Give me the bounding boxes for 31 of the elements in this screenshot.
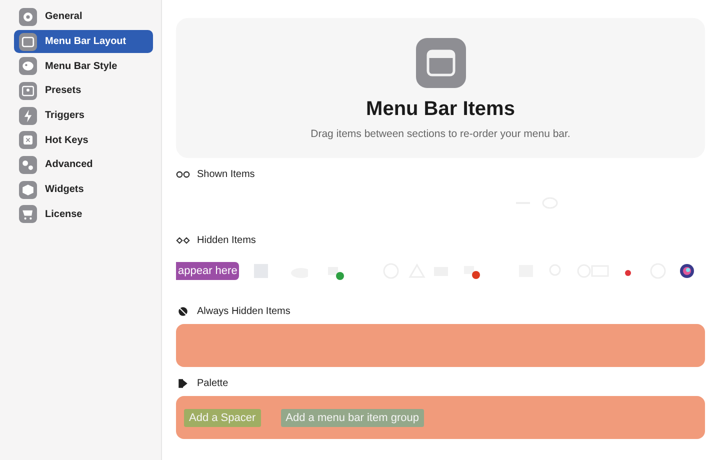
palette-icon xyxy=(176,378,190,388)
section-title: Hidden Items xyxy=(197,234,256,246)
orb-icon[interactable] xyxy=(678,262,696,280)
gears-icon xyxy=(19,156,37,174)
sidebar-item[interactable]: Triggers xyxy=(14,104,153,128)
hidden-eye-icon xyxy=(176,306,190,316)
sidebar-item[interactable]: Menu Bar Style xyxy=(14,54,153,78)
window-icon xyxy=(416,38,466,88)
sidebar-item[interactable]: Hot Keys xyxy=(14,128,153,152)
page-title: Menu Bar Items xyxy=(366,98,515,121)
cart-icon xyxy=(19,205,37,224)
window-icon xyxy=(19,32,37,51)
section-title: Palette xyxy=(197,378,228,388)
glasses-icon xyxy=(176,168,190,180)
palette-icon xyxy=(19,57,37,76)
sidebar-item[interactable]: Presets xyxy=(14,79,153,103)
cube-icon xyxy=(19,180,37,199)
bolt-icon xyxy=(19,106,37,125)
sidebar-item[interactable]: Menu Bar Layout xyxy=(14,30,153,54)
person-card-icon xyxy=(19,82,37,100)
command-key-icon xyxy=(19,131,37,150)
sidebar-item[interactable]: License xyxy=(14,202,153,226)
glasses-icon xyxy=(176,234,190,246)
gear-icon xyxy=(19,8,37,26)
sidebar-item[interactable]: Advanced xyxy=(14,153,153,177)
sidebar-item[interactable]: Widgets xyxy=(14,178,153,202)
page-subtitle: Drag items between sections to re-order your menu bar. xyxy=(310,128,570,140)
section-title: Always Hidden Items xyxy=(197,306,290,316)
section-title: Shown Items xyxy=(197,168,255,180)
drop-hint: appear here xyxy=(176,262,240,280)
sidebar-item[interactable]: General xyxy=(14,5,153,29)
